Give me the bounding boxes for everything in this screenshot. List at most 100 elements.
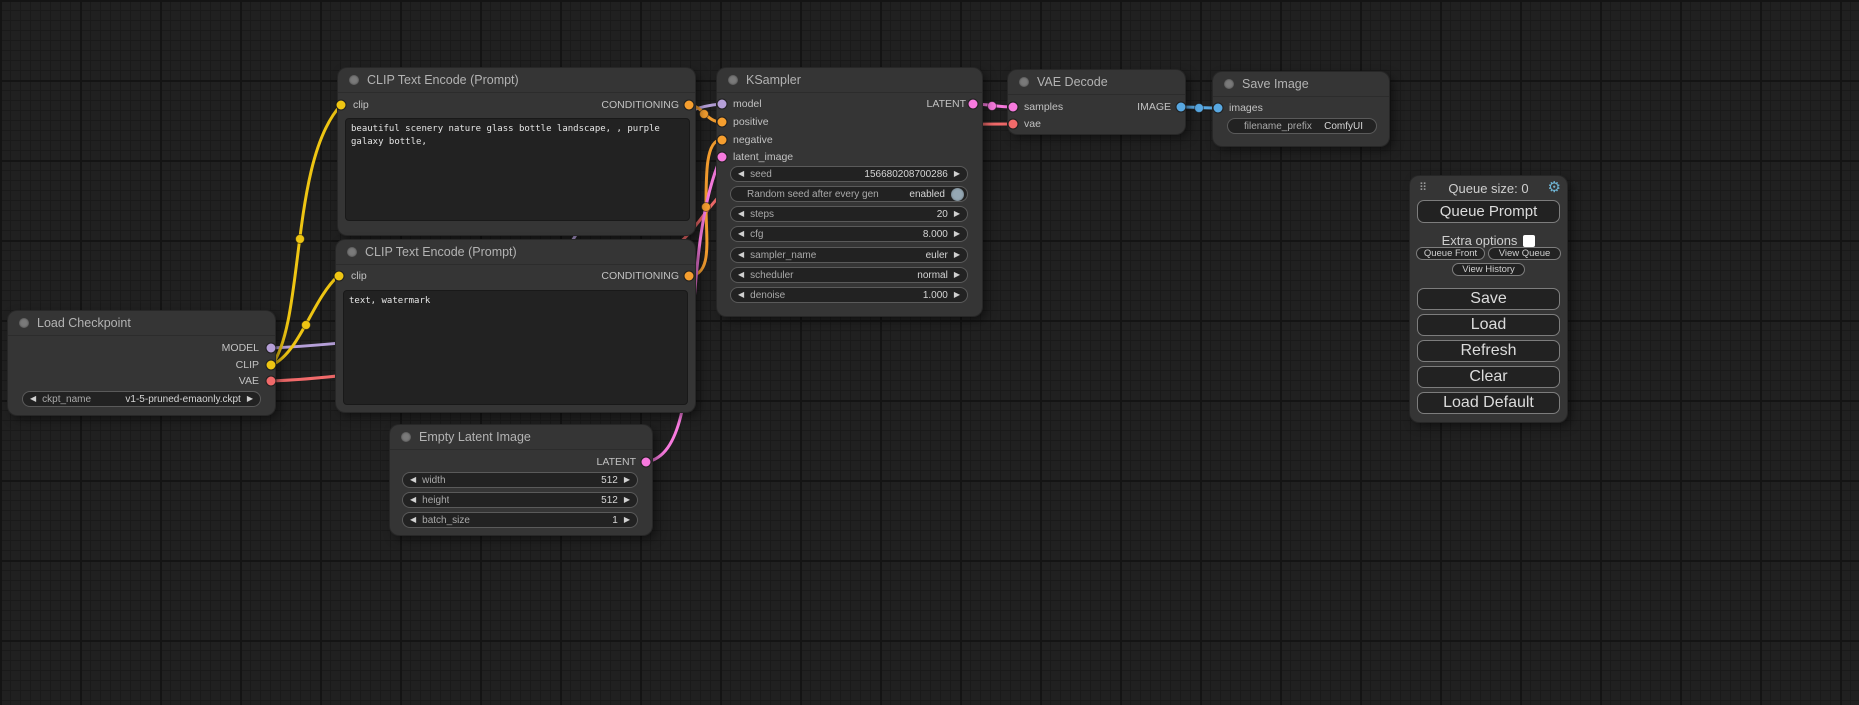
sampler-name-widget[interactable]: ◀ sampler_name euler ▶: [730, 247, 968, 263]
width-widget[interactable]: ◀ width 512 ▶: [402, 472, 638, 488]
link-midpoint-dot[interactable]: [988, 102, 997, 111]
toggle-indicator[interactable]: [951, 188, 964, 201]
decrement-arrow-icon[interactable]: ◀: [738, 287, 744, 303]
view-history-button[interactable]: View History: [1452, 263, 1525, 276]
increment-arrow-icon[interactable]: ▶: [624, 492, 630, 508]
node-title-bar[interactable]: Load Checkpoint: [8, 311, 275, 336]
decrement-arrow-icon[interactable]: ◀: [738, 166, 744, 182]
clip-input-dot[interactable]: [337, 101, 346, 110]
increment-arrow-icon[interactable]: ▶: [247, 391, 253, 407]
height-widget[interactable]: ◀ height 512 ▶: [402, 492, 638, 508]
widget-label: batch_size: [422, 515, 470, 526]
cfg-widget[interactable]: ◀ cfg 8.000 ▶: [730, 226, 968, 242]
node-title-bar[interactable]: Save Image: [1213, 72, 1389, 97]
decrement-arrow-icon[interactable]: ◀: [738, 206, 744, 222]
node-save-image[interactable]: Save Image images filename_prefix ComfyU…: [1213, 72, 1389, 146]
queue-front-button[interactable]: Queue Front: [1416, 247, 1485, 260]
filename-prefix-widget[interactable]: filename_prefix ComfyUI: [1227, 118, 1377, 134]
clear-button[interactable]: Clear: [1417, 366, 1560, 388]
image-output-dot[interactable]: [1177, 103, 1186, 112]
input-label-model: model: [733, 98, 762, 110]
node-empty-latent-image[interactable]: Empty Latent Image LATENT ◀ width 512 ▶ …: [390, 425, 652, 535]
widget-label: Random seed after every gen: [747, 189, 879, 200]
node-title-bar[interactable]: KSampler: [717, 68, 982, 93]
model-input-dot[interactable]: [718, 100, 727, 109]
increment-arrow-icon[interactable]: ▶: [954, 267, 960, 283]
output-label-latent: LATENT: [927, 98, 966, 110]
link-midpoint-dot[interactable]: [700, 110, 709, 119]
increment-arrow-icon[interactable]: ▶: [954, 247, 960, 263]
node-clip-text-encode-positive[interactable]: CLIP Text Encode (Prompt) clip CONDITION…: [338, 68, 695, 235]
decrement-arrow-icon[interactable]: ◀: [30, 391, 36, 407]
decrement-arrow-icon[interactable]: ◀: [410, 512, 416, 528]
batch-size-widget[interactable]: ◀ batch_size 1 ▶: [402, 512, 638, 528]
refresh-button[interactable]: Refresh: [1417, 340, 1560, 362]
widget-label: sampler_name: [750, 250, 816, 261]
negative-input-dot[interactable]: [718, 136, 727, 145]
conditioning-output-dot[interactable]: [685, 101, 694, 110]
node-graph-canvas[interactable]: Load Checkpoint MODEL CLIP VAE ◀ ckpt_na…: [0, 0, 1859, 705]
samples-input-dot[interactable]: [1009, 103, 1018, 112]
clip-input-dot[interactable]: [335, 272, 344, 281]
denoise-widget[interactable]: ◀ denoise 1.000 ▶: [730, 287, 968, 303]
link-midpoint-dot[interactable]: [702, 203, 711, 212]
output-label-vae: VAE: [239, 375, 259, 387]
latent-image-input-dot[interactable]: [718, 153, 727, 162]
increment-arrow-icon[interactable]: ▶: [954, 166, 960, 182]
node-title-bar[interactable]: Empty Latent Image: [390, 425, 652, 450]
ckpt-name-widget[interactable]: ◀ ckpt_name v1-5-pruned-emaonly.ckpt ▶: [22, 391, 261, 407]
input-label-vae: vae: [1024, 118, 1041, 130]
link-midpoint-dot[interactable]: [302, 321, 311, 330]
increment-arrow-icon[interactable]: ▶: [624, 512, 630, 528]
images-input-dot[interactable]: [1214, 104, 1223, 113]
widget-value: 1.000: [923, 290, 948, 301]
node-load-checkpoint[interactable]: Load Checkpoint MODEL CLIP VAE ◀ ckpt_na…: [8, 311, 275, 415]
steps-widget[interactable]: ◀ steps 20 ▶: [730, 206, 968, 222]
decrement-arrow-icon[interactable]: ◀: [738, 247, 744, 263]
vae-output-dot[interactable]: [267, 377, 276, 386]
node-title-bar[interactable]: VAE Decode: [1008, 70, 1185, 95]
queue-prompt-button[interactable]: Queue Prompt: [1417, 200, 1560, 223]
prompt-text-area[interactable]: text, watermark: [343, 290, 688, 405]
node-status-dot: [728, 75, 738, 85]
decrement-arrow-icon[interactable]: ◀: [410, 472, 416, 488]
random-seed-toggle-widget[interactable]: Random seed after every gen enabled: [730, 186, 968, 202]
model-output-dot[interactable]: [267, 344, 276, 353]
node-ksampler[interactable]: KSampler model positive negative latent_…: [717, 68, 982, 316]
node-vae-decode[interactable]: VAE Decode samples vae IMAGE: [1008, 70, 1185, 134]
node-title-bar[interactable]: CLIP Text Encode (Prompt): [338, 68, 695, 93]
decrement-arrow-icon[interactable]: ◀: [410, 492, 416, 508]
queue-panel[interactable]: ⠿ Queue size: 0 ⚙ Queue Prompt Extra opt…: [1410, 176, 1567, 422]
link-midpoint-dot[interactable]: [1195, 104, 1204, 113]
link-midpoint-dot[interactable]: [296, 235, 305, 244]
increment-arrow-icon[interactable]: ▶: [954, 226, 960, 242]
positive-input-dot[interactable]: [718, 118, 727, 127]
clip-output-dot[interactable]: [267, 361, 276, 370]
increment-arrow-icon[interactable]: ▶: [954, 287, 960, 303]
save-button[interactable]: Save: [1417, 288, 1560, 310]
decrement-arrow-icon[interactable]: ◀: [738, 226, 744, 242]
latent-output-dot[interactable]: [969, 100, 978, 109]
load-default-button[interactable]: Load Default: [1417, 392, 1560, 414]
node-status-dot: [19, 318, 29, 328]
scheduler-widget[interactable]: ◀ scheduler normal ▶: [730, 267, 968, 283]
latent-output-dot[interactable]: [642, 458, 651, 467]
decrement-arrow-icon[interactable]: ◀: [738, 267, 744, 283]
seed-widget[interactable]: ◀ seed 156680208700286 ▶: [730, 166, 968, 182]
prompt-text-area[interactable]: beautiful scenery nature glass bottle la…: [345, 118, 690, 221]
vae-input-dot[interactable]: [1009, 120, 1018, 129]
queue-size-label: Queue size: 0: [1410, 181, 1567, 196]
widget-value: 1: [612, 515, 618, 526]
output-label-latent: LATENT: [597, 456, 636, 468]
conditioning-output-dot[interactable]: [685, 272, 694, 281]
load-button[interactable]: Load: [1417, 314, 1560, 336]
view-queue-button[interactable]: View Queue: [1488, 247, 1561, 260]
widget-value: 512: [601, 475, 618, 486]
node-title-bar[interactable]: CLIP Text Encode (Prompt): [336, 240, 695, 265]
node-clip-text-encode-negative[interactable]: CLIP Text Encode (Prompt) clip CONDITION…: [336, 240, 695, 412]
extra-options-checkbox[interactable]: [1523, 235, 1535, 247]
node-title: Save Image: [1242, 72, 1309, 96]
increment-arrow-icon[interactable]: ▶: [624, 472, 630, 488]
increment-arrow-icon[interactable]: ▶: [954, 206, 960, 222]
settings-gear-icon[interactable]: ⚙: [1548, 180, 1561, 196]
